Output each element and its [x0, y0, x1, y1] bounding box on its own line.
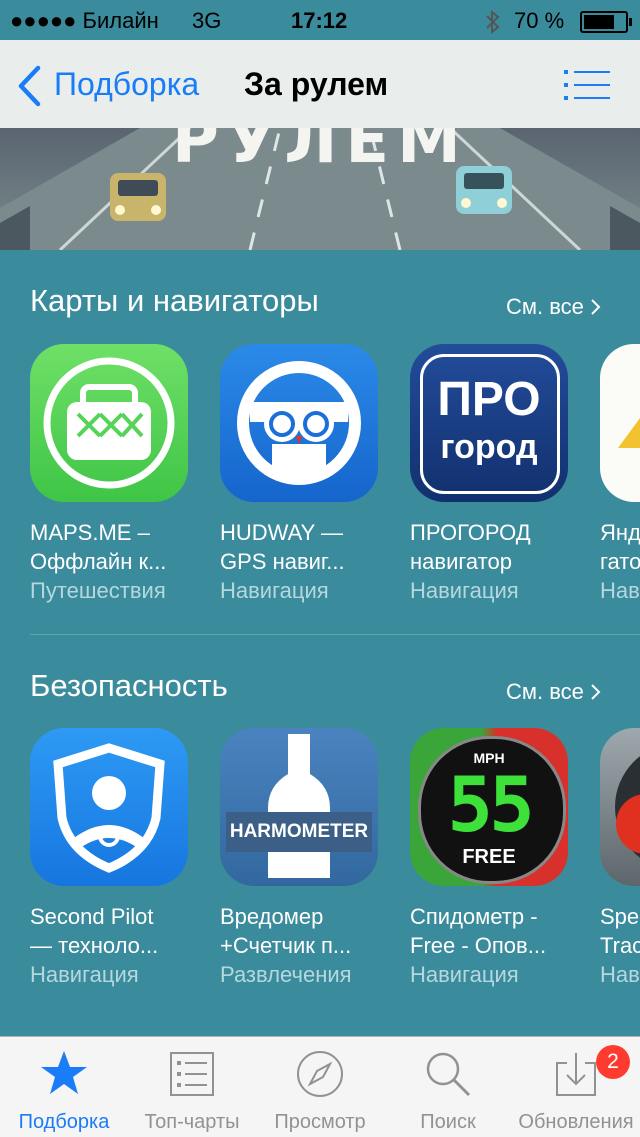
- speedometer-icon: MPH 55 FREE: [410, 728, 568, 886]
- yandex-navigator-icon: [600, 344, 640, 502]
- app-name: — техноло...: [30, 933, 159, 958]
- updates-icon: [556, 1053, 596, 1096]
- speed-tracker-icon: [600, 728, 640, 886]
- section-title-safety: Безопасность: [30, 668, 228, 703]
- icon-text: HARMOMETER: [229, 821, 369, 842]
- app-category: Нав: [600, 578, 640, 603]
- app-category: Развлечения: [220, 962, 352, 987]
- see-all-label: См. все: [506, 294, 584, 319]
- app-item-second-pilot[interactable]: Second Pilot — техноло... Навигация: [30, 728, 200, 989]
- app-category: Навигация: [220, 578, 329, 603]
- icon-text: 55: [447, 760, 535, 849]
- app-item-maps-me[interactable]: MAPS.ME – Оффлайн к... Путешествия: [30, 344, 200, 605]
- network-label: 3G: [192, 8, 222, 33]
- app-category: Навигация: [30, 962, 139, 987]
- app-item-yandex[interactable]: Янд гато Нав: [600, 344, 640, 605]
- content-area: Карты и навигаторы См. все MAPS.ME – Офф…: [0, 250, 640, 1036]
- app-item-speedometer[interactable]: MPH 55 FREE Спидометр - Free - Опов... Н…: [410, 728, 580, 989]
- app-name: Янд: [600, 520, 640, 545]
- progorod-icon: ПРО город: [410, 344, 568, 502]
- tab-top-charts[interactable]: Топ-чарты: [128, 1037, 256, 1137]
- tab-label: Обновления: [518, 1111, 634, 1133]
- app-name: MAPS.ME –: [30, 520, 150, 545]
- app-name: ПРОГОРОД: [410, 520, 531, 545]
- tab-label: Поиск: [420, 1111, 476, 1133]
- maps-me-icon: [30, 344, 188, 502]
- tab-bar: Подборка Топ-чарты Просмотр Поиск 2 Обно…: [0, 1036, 640, 1137]
- navigation-bar: Подборка За рулем: [0, 40, 640, 128]
- app-name: Спидометр -: [410, 904, 538, 929]
- see-all-safety-button[interactable]: См. все: [506, 679, 602, 705]
- icon-text: город: [440, 428, 538, 466]
- app-name: Оффлайн к...: [30, 549, 167, 574]
- section-divider: [30, 634, 640, 635]
- see-all-maps-button[interactable]: См. все: [506, 294, 602, 320]
- app-name: GPS навиг...: [220, 549, 345, 574]
- back-button[interactable]: Подборка: [14, 62, 224, 108]
- carrier-label: ●●●●● Билайн: [10, 8, 159, 33]
- app-name: навигатор: [410, 549, 512, 574]
- icon-text: ПРО: [437, 373, 541, 426]
- chevron-right-icon: [591, 684, 601, 700]
- harmometer-icon: HARMOMETER: [220, 728, 378, 886]
- app-name: Trac: [600, 933, 640, 958]
- car-left-image: [110, 173, 166, 221]
- hero-banner[interactable]: РУЛЕМ: [0, 128, 640, 250]
- battery-percent: 70 %: [514, 8, 565, 33]
- tab-explore[interactable]: Просмотр: [256, 1037, 384, 1137]
- hero-title: РУЛЕМ: [172, 128, 469, 178]
- app-category: Путешествия: [30, 578, 166, 603]
- app-name: Second Pilot: [30, 904, 154, 929]
- icon-text: FREE: [462, 846, 516, 868]
- back-label: Подборка: [54, 66, 200, 102]
- app-name: гато: [600, 549, 640, 574]
- section-title-maps: Карты и навигаторы: [30, 283, 319, 318]
- clock: 17:12: [291, 8, 348, 33]
- app-name: Вредомер: [220, 904, 324, 929]
- app-item-progorod[interactable]: ПРО город ПРОГОРОД навигатор Навигация: [410, 344, 580, 605]
- tab-featured[interactable]: Подборка: [0, 1037, 128, 1137]
- tab-label: Топ-чарты: [144, 1111, 240, 1133]
- compass-icon: [297, 1051, 343, 1097]
- page-title: За рулем: [244, 66, 389, 102]
- list-icon: [170, 1052, 214, 1096]
- star-icon: [41, 1051, 87, 1094]
- updates-badge: 2: [596, 1045, 630, 1079]
- tab-label: Просмотр: [274, 1111, 366, 1133]
- bluetooth-icon: [486, 10, 500, 34]
- app-name: Free - Опов...: [410, 933, 547, 958]
- tab-updates[interactable]: 2 Обновления: [512, 1037, 640, 1137]
- app-category: Нав: [600, 962, 640, 987]
- tab-label: Подборка: [18, 1111, 110, 1133]
- list-menu-icon[interactable]: [564, 68, 610, 102]
- second-pilot-icon: [30, 728, 188, 886]
- hudway-icon: [220, 344, 378, 502]
- battery-icon: [580, 11, 632, 33]
- app-name: +Счетчик п...: [220, 933, 352, 958]
- status-bar: ●●●●● Билайн 3G 17:12 70 %: [0, 0, 640, 40]
- app-item-speed-tracker[interactable]: Spe Trac Нав: [600, 728, 640, 989]
- see-all-label: См. все: [506, 679, 584, 704]
- app-name: Spe: [600, 904, 640, 929]
- chevron-right-icon: [591, 299, 601, 315]
- app-item-harmometer[interactable]: HARMOMETER Вредомер +Счетчик п... Развле…: [220, 728, 390, 989]
- app-category: Навигация: [410, 962, 519, 987]
- search-icon: [426, 1052, 471, 1097]
- app-name: HUDWAY —: [220, 520, 344, 545]
- chevron-left-icon: [18, 65, 41, 107]
- app-item-hudway[interactable]: HUDWAY — GPS навиг... Навигация: [220, 344, 390, 605]
- tab-search[interactable]: Поиск: [384, 1037, 512, 1137]
- app-category: Навигация: [410, 578, 519, 603]
